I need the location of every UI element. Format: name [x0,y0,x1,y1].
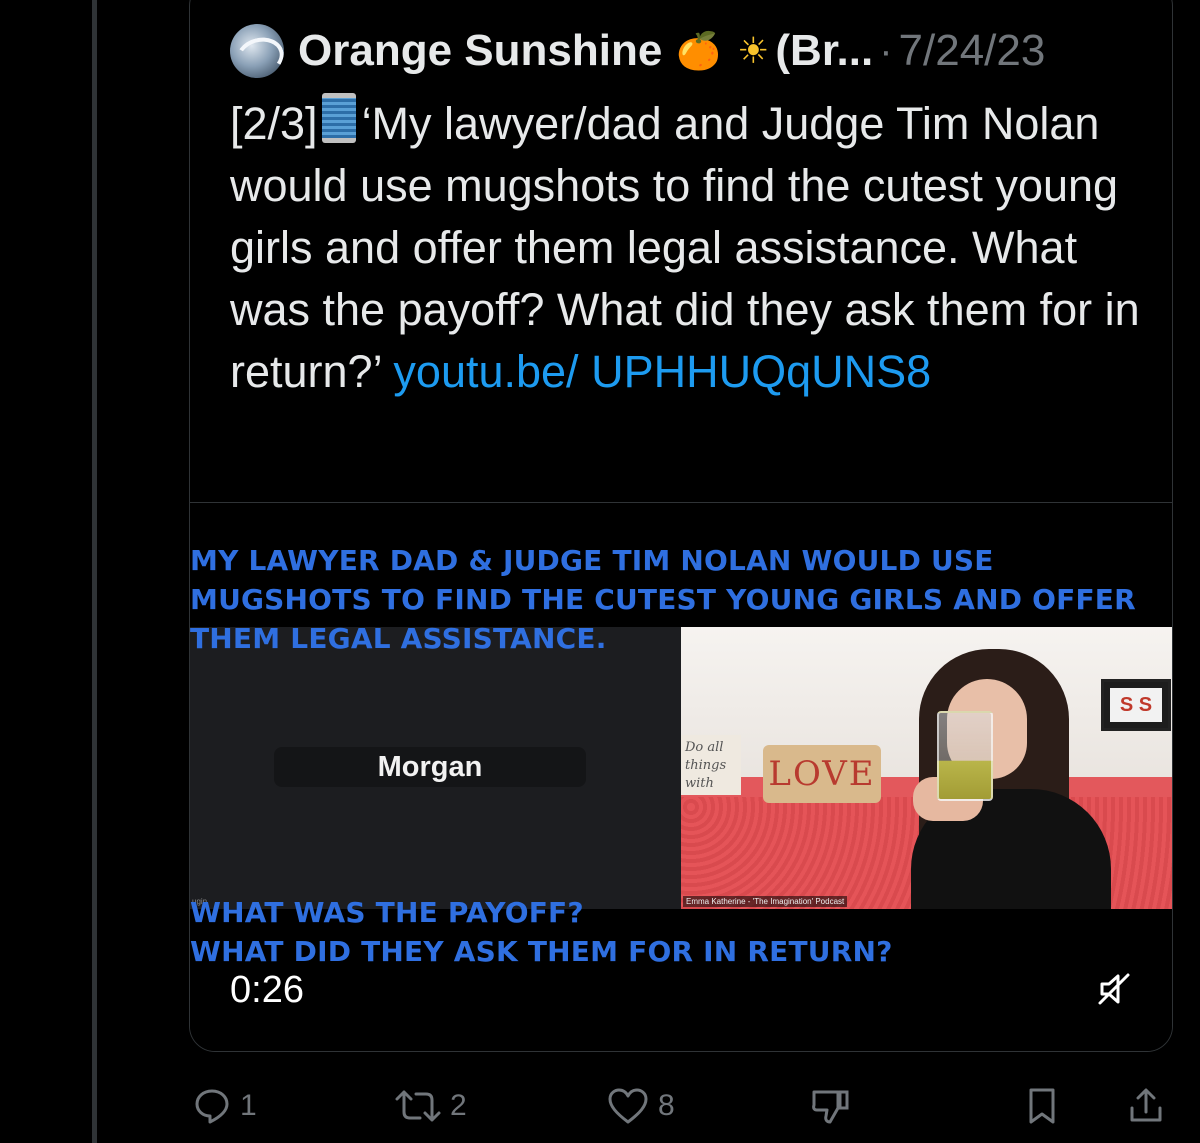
caption-top-line: MY LAWYER DAD & JUDGE TIM NOLAN WOULD US… [190,544,994,577]
thread-counter: [2/3] [230,98,318,149]
repost-count: 2 [450,1089,467,1122]
quoted-tweet-card[interactable]: Orange Sunshine 🍊 ☀ (Br... · 7/24/23 [2/… [189,0,1173,1052]
drinking-glass [937,711,993,801]
share-button[interactable] [1126,1078,1166,1134]
header-separator: · [879,28,893,73]
thread-spool-icon [321,93,356,143]
author-name-suffix[interactable]: (Br... [775,26,873,76]
reply-count: 1 [240,1089,257,1122]
video-timestamp: 0:26 [230,969,304,1011]
tweet-date[interactable]: 7/24/23 [899,26,1046,76]
sun-emoji: ☀ [737,30,770,72]
surfer-wave-icon [231,32,284,78]
caption-bottom: WHAT WAS THE PAYOFF? WHAT DID THEY ASK T… [190,893,893,971]
downvote-button[interactable] [808,1078,852,1134]
author-name[interactable]: Orange Sunshine [298,26,662,76]
participant-name: Morgan [274,747,586,787]
caption-bottom-line: WHAT WAS THE PAYOFF? [190,896,584,929]
caption-top: MY LAWYER DAD & JUDGE TIM NOLAN WOULD US… [190,541,1136,658]
youtube-link[interactable]: youtu.be/ UPHHUQqUNS8 [393,346,931,397]
repost-button[interactable]: 2 [394,1078,467,1134]
like-count: 8 [658,1089,675,1122]
bookmark-icon [1029,1088,1055,1124]
repost-icon [395,1090,441,1122]
caption-top-line: THEM LEGAL ASSISTANCE. [190,622,607,655]
orange-emoji: 🍊 [676,31,722,72]
tweet-actions: 1 2 8 [0,1078,1200,1138]
love-pillow: LOVE [763,745,881,803]
heart-icon [608,1088,648,1124]
share-icon [1130,1088,1162,1122]
speaker-video-frame: S S Do all things with LOVE Emma Katheri… [681,627,1172,909]
speaker-muted-icon[interactable] [1094,969,1134,1009]
tweet-header: Orange Sunshine 🍊 ☀ (Br... · 7/24/23 [230,23,1045,79]
caption-bottom-line: WHAT DID THEY ASK THEM FOR IN RETURN? [190,935,893,968]
thumbs-down-icon [812,1090,849,1124]
caption-top-line: MUGSHOTS TO FIND THE CUTEST YOUNG GIRLS … [190,583,1136,616]
reply-icon [195,1089,229,1124]
author-avatar[interactable] [230,24,284,78]
wall-frame: S S [1101,679,1171,731]
like-button[interactable]: 8 [606,1078,675,1134]
wall-sign: Do all things with [681,735,741,795]
thread-line [92,0,97,1143]
tweet-text: [2/3] ‘My lawyer/dad and Judge Tim Nolan … [230,93,1150,403]
bookmark-button[interactable] [1022,1078,1062,1134]
frame-art: S S [1110,688,1162,722]
reply-button[interactable]: 1 [192,1078,257,1134]
participant-panel: Morgan ugin [190,627,681,909]
video-player[interactable]: Morgan ugin S S Do all things with LOVE … [190,503,1172,1051]
